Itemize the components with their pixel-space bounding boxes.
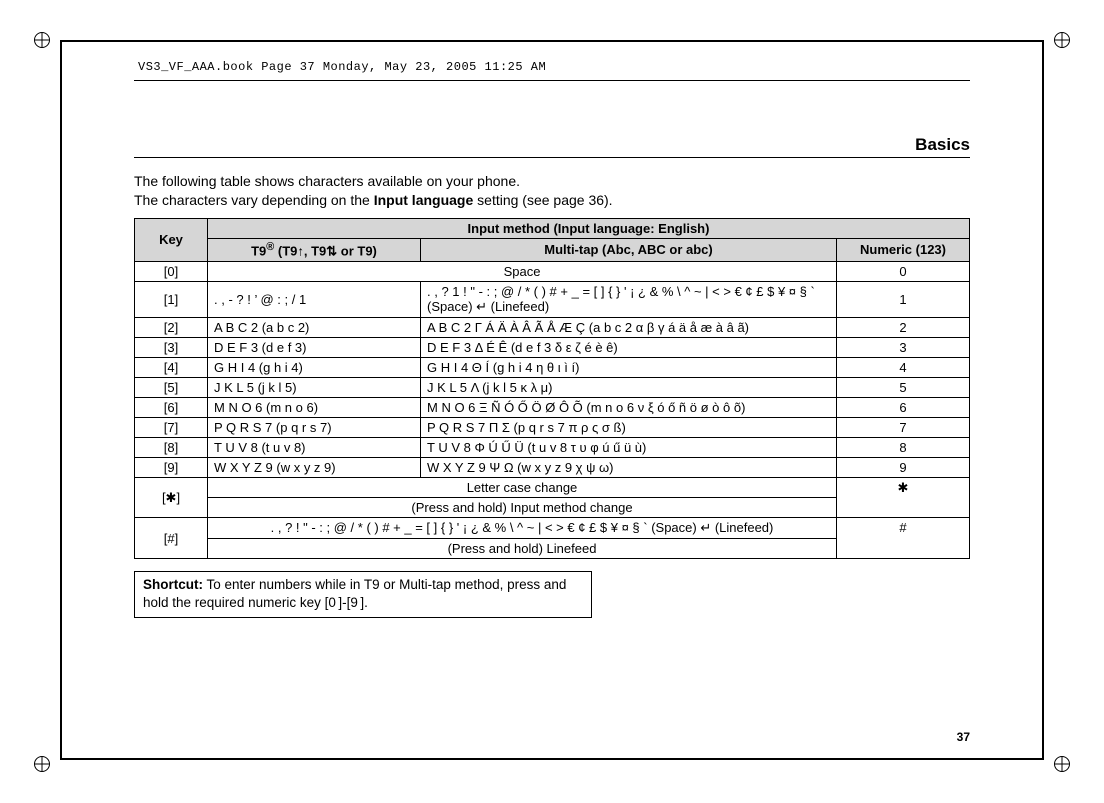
shortcut-key9: 9: [350, 594, 360, 612]
intro-line-1: The following table shows characters ava…: [134, 172, 970, 191]
section-title-row: Basics: [134, 135, 970, 158]
running-header-row: VS3_VF_AAA.book Page 37 Monday, May 23, …: [134, 60, 970, 81]
reg-mark-bottom-right: [1054, 756, 1070, 772]
key-cell: [5]: [135, 378, 208, 398]
table-row: [1] . , - ? ! ’ @ : ; / 1 . , ? 1 ! " - …: [135, 282, 970, 318]
key-cell: [8]: [135, 438, 208, 458]
table-header-row-2: T9® (T9↑, T9⇅ or T9) Multi-tap (Abc, ABC…: [135, 238, 970, 261]
t9-cell: G H I 4 (g h i 4): [208, 358, 421, 378]
multitap-cell: D E F 3 Δ É Ê (d e f 3 δ ε ζ é è ê): [421, 338, 837, 358]
table-header-row-1: Key Input method (Input language: Englis…: [135, 218, 970, 238]
multitap-cell: . , ? 1 ! " - : ; @ / * ( ) # + _ = [ ] …: [421, 282, 837, 318]
shortcut-key0: 0: [328, 594, 338, 612]
th-t9-b: (T9↑, T9⇅ or T9): [274, 243, 377, 258]
numeric-cell: 5: [837, 378, 970, 398]
th-t9: T9® (T9↑, T9⇅ or T9): [208, 238, 421, 261]
th-t9-a: T9: [251, 243, 266, 258]
table-row: [7] P Q R S 7 (p q r s 7) P Q R S 7 Π Σ …: [135, 418, 970, 438]
characters-table: Key Input method (Input language: Englis…: [134, 218, 970, 559]
multitap-cell: T U V 8 Φ Ú Ű Ü (t u v 8 τ υ φ ú ű ü ù): [421, 438, 837, 458]
table-row: [6] M N O 6 (m n o 6) M N O 6 Ξ Ñ Ó Ő Ö …: [135, 398, 970, 418]
th-numeric: Numeric (123): [837, 238, 970, 261]
reg-mark-bottom-left: [34, 756, 50, 772]
key-cell: [2]: [135, 318, 208, 338]
numeric-cell: 6: [837, 398, 970, 418]
multitap-cell: W X Y Z 9 Ψ Ω (w x y z 9 χ ψ ω): [421, 458, 837, 478]
table-row: [4] G H I 4 (g h i 4) G H I 4 Θ Í (g h i…: [135, 358, 970, 378]
reg-mark-top-right: [1054, 32, 1070, 48]
key-cell-star: [✱]: [135, 478, 208, 518]
intro-line-2a: The characters vary depending on the: [134, 192, 374, 208]
key-cell: [1]: [135, 282, 208, 318]
multitap-cell: G H I 4 Θ Í (g h i 4 η θ ι ì í): [421, 358, 837, 378]
table-row-star-1: [✱] Letter case change ✱: [135, 478, 970, 498]
numeric-cell: 0: [837, 262, 970, 282]
numeric-cell-star: ✱: [837, 478, 970, 518]
key-cell: [3]: [135, 338, 208, 358]
numeric-cell: 4: [837, 358, 970, 378]
intro-line-2b: Input language: [374, 192, 474, 208]
numeric-cell: 1: [837, 282, 970, 318]
table-row: [3] D E F 3 (d e f 3) D E F 3 Δ É Ê (d e…: [135, 338, 970, 358]
span-cell: Space: [208, 262, 837, 282]
table-row: [9] W X Y Z 9 (w x y z 9) W X Y Z 9 Ψ Ω …: [135, 458, 970, 478]
table-row: [2] A B C 2 (a b c 2) A B C 2 Γ Á Ä À Â …: [135, 318, 970, 338]
numeric-cell: 7: [837, 418, 970, 438]
key-cell: [0]: [135, 262, 208, 282]
multitap-cell: A B C 2 Γ Á Ä À Â Ã Å Æ Ç (a b c 2 α β γ…: [421, 318, 837, 338]
shortcut-box: Shortcut: To enter numbers while in T9 o…: [134, 571, 592, 617]
hash-cell-1: . , ? ! " - : ; @ / * ( ) # + _ = [ ] { …: [208, 518, 837, 539]
running-header-text: VS3_VF_AAA.book Page 37 Monday, May 23, …: [134, 60, 546, 74]
section-title: Basics: [915, 135, 970, 154]
shortcut-label: Shortcut:: [143, 577, 203, 592]
t9-cell: W X Y Z 9 (w x y z 9): [208, 458, 421, 478]
numeric-cell: 3: [837, 338, 970, 358]
shortcut-text-c: ].: [360, 595, 368, 610]
key-cell: [7]: [135, 418, 208, 438]
hash-cell-2: (Press and hold) Linefeed: [208, 539, 837, 559]
numeric-cell: 2: [837, 318, 970, 338]
t9-cell: A B C 2 (a b c 2): [208, 318, 421, 338]
key-cell: [6]: [135, 398, 208, 418]
t9-cell: M N O 6 (m n o 6): [208, 398, 421, 418]
th-input-method: Input method (Input language: English): [208, 218, 970, 238]
shortcut-text-b: ]-[: [338, 595, 350, 610]
t9-cell: T U V 8 (t u v 8): [208, 438, 421, 458]
intro-line-2c: setting (see page 36).: [473, 192, 612, 208]
intro-line-2: The characters vary depending on the Inp…: [134, 191, 970, 210]
th-key: Key: [135, 218, 208, 261]
star-cell-1: Letter case change: [208, 478, 837, 498]
intro-block: The following table shows characters ava…: [134, 172, 970, 210]
t9-cell: J K L 5 (j k l 5): [208, 378, 421, 398]
page-frame: VS3_VF_AAA.book Page 37 Monday, May 23, …: [60, 40, 1044, 760]
reg-mark-top-left: [34, 32, 50, 48]
multitap-cell: J K L 5 Λ (j k l 5 κ λ μ): [421, 378, 837, 398]
star-cell-2: (Press and hold) Input method change: [208, 498, 837, 518]
t9-cell: P Q R S 7 (p q r s 7): [208, 418, 421, 438]
table-row-hash-1: [#] . , ? ! " - : ; @ / * ( ) # + _ = [ …: [135, 518, 970, 539]
table-row: [5] J K L 5 (j k l 5) J K L 5 Λ (j k l 5…: [135, 378, 970, 398]
numeric-cell: 9: [837, 458, 970, 478]
t9-cell: . , - ? ! ’ @ : ; / 1: [208, 282, 421, 318]
key-cell: [9]: [135, 458, 208, 478]
numeric-cell: 8: [837, 438, 970, 458]
page-number: 37: [957, 730, 970, 744]
multitap-cell: M N O 6 Ξ Ñ Ó Ő Ö Ø Ô Õ (m n o 6 ν ξ ó ő…: [421, 398, 837, 418]
table-row: [8] T U V 8 (t u v 8) T U V 8 Φ Ú Ű Ü (t…: [135, 438, 970, 458]
th-multitap: Multi-tap (Abc, ABC or abc): [421, 238, 837, 261]
table-row: [0] Space 0: [135, 262, 970, 282]
t9-cell: D E F 3 (d e f 3): [208, 338, 421, 358]
numeric-cell-hash: #: [837, 518, 970, 559]
key-cell-hash: [#]: [135, 518, 208, 559]
multitap-cell: P Q R S 7 Π Σ (p q r s 7 π ρ ς σ ß): [421, 418, 837, 438]
key-cell: [4]: [135, 358, 208, 378]
